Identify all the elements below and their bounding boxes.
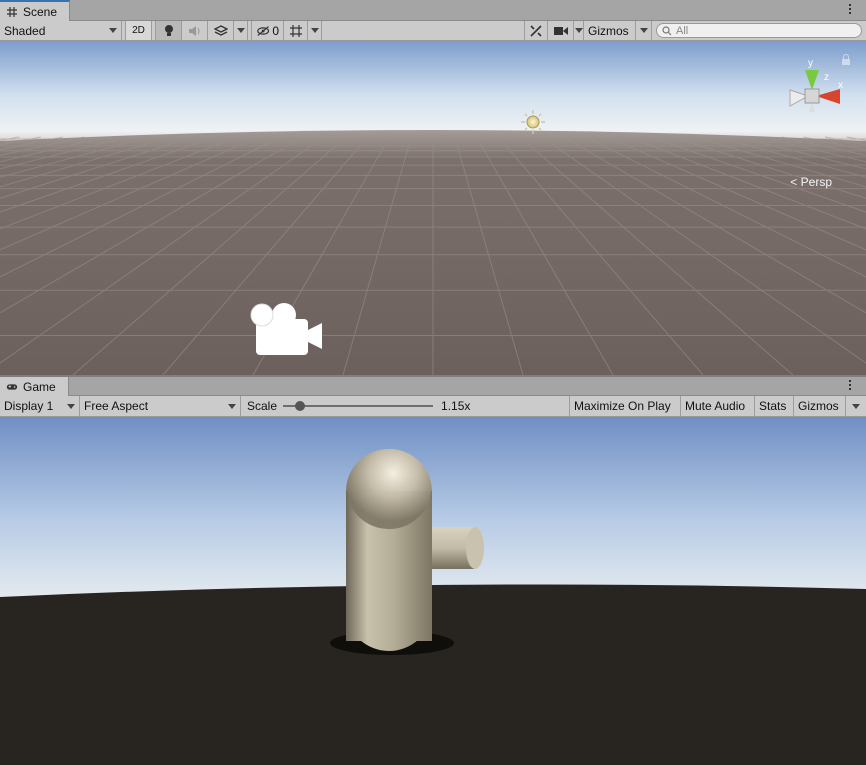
scene-tab-bar: Scene <box>0 0 866 21</box>
game-toolbar: Display 1 Free Aspect Scale 1.15x Maximi… <box>0 396 866 417</box>
game-menu-kebab-icon[interactable] <box>848 379 852 393</box>
display-label: Display 1 <box>4 399 54 413</box>
lightbulb-icon <box>164 24 173 36</box>
camera-settings-button[interactable] <box>548 21 574 40</box>
aspect-label: Free Aspect <box>84 399 149 413</box>
display-dropdown[interactable]: Display 1 <box>0 396 80 416</box>
player-capsule <box>346 449 432 651</box>
scene-search-input[interactable]: All <box>656 23 862 38</box>
scene-gizmos-label: Gizmos <box>588 23 629 38</box>
stats-label: Stats <box>759 399 787 413</box>
scale-control: Scale 1.15x <box>241 396 570 416</box>
tools-icon <box>530 24 542 37</box>
axis-y-label: y <box>808 58 813 69</box>
speaker-icon <box>188 25 199 36</box>
toggle-2d-button[interactable]: 2D <box>126 21 152 40</box>
camera-dropdown[interactable] <box>574 21 584 40</box>
aspect-dropdown[interactable]: Free Aspect <box>80 396 241 416</box>
shading-mode-dropdown[interactable]: Shaded <box>0 21 122 40</box>
audio-toggle-button[interactable] <box>182 21 208 40</box>
scene-gizmos-button[interactable]: Gizmos <box>584 21 636 40</box>
scene-menu-kebab-icon[interactable] <box>848 3 852 17</box>
chevron-down-icon <box>236 28 245 33</box>
toggle-2d-label: 2D <box>132 25 145 36</box>
tools-button[interactable] <box>524 21 548 40</box>
game-gizmos-button[interactable]: Gizmos <box>794 396 846 416</box>
chevron-down-icon <box>67 403 75 409</box>
hidden-objects-toggle[interactable]: 0 <box>252 21 284 40</box>
scale-value: 1.15x <box>441 399 471 413</box>
effects-dropdown[interactable] <box>234 21 248 40</box>
game-sky <box>0 417 866 607</box>
scale-slider[interactable] <box>283 401 434 411</box>
game-viewport[interactable] <box>0 417 866 765</box>
eye-slash-icon <box>257 25 270 36</box>
scene-toolbar: Shaded 2D 0 Gizmos All <box>0 21 866 41</box>
chevron-down-icon <box>574 28 583 33</box>
chevron-down-icon <box>228 403 236 409</box>
video-camera-icon <box>553 26 568 35</box>
tab-scene[interactable]: Scene <box>0 0 71 21</box>
grid-snap-icon <box>289 24 302 37</box>
scene-render[interactable]: y x z <box>0 41 866 375</box>
chevron-down-icon <box>639 28 648 33</box>
scene-sky <box>0 41 866 141</box>
grid-dropdown[interactable] <box>308 21 322 40</box>
game-ground <box>0 584 866 765</box>
mute-audio-label: Mute Audio <box>685 399 746 413</box>
maximize-on-play-label: Maximize On Play <box>574 399 671 413</box>
game-render <box>0 417 866 765</box>
layers-icon <box>213 24 228 36</box>
stats-toggle[interactable]: Stats <box>755 396 794 416</box>
chevron-down-icon <box>109 28 117 33</box>
maximize-on-play-toggle[interactable]: Maximize On Play <box>570 396 681 416</box>
gamepad-icon <box>6 383 18 390</box>
axis-z-label: z <box>824 72 829 83</box>
tab-game[interactable]: Game <box>0 377 69 396</box>
scale-label: Scale <box>247 399 278 413</box>
axis-x-label: x <box>838 80 843 91</box>
grid-toggle-button[interactable] <box>284 21 308 40</box>
grid-icon <box>7 6 17 17</box>
game-tab-bar: Game <box>0 377 866 396</box>
chevron-down-icon <box>310 28 319 33</box>
tab-game-label: Game <box>23 379 56 394</box>
player-nose <box>425 527 484 569</box>
scene-search-placeholder: All <box>676 24 689 37</box>
hidden-count: 0 <box>272 23 279 38</box>
effects-toggle-button[interactable] <box>208 21 234 40</box>
chevron-down-icon <box>852 403 860 409</box>
tab-scene-label: Scene <box>23 4 58 19</box>
scene-viewport[interactable]: y x z < Persp <box>0 41 866 375</box>
mute-audio-toggle[interactable]: Mute Audio <box>681 396 755 416</box>
lighting-toggle-button[interactable] <box>156 21 182 40</box>
projection-toggle[interactable]: < Persp <box>790 175 832 189</box>
scale-slider-handle[interactable] <box>295 401 306 411</box>
scene-gizmos-dropdown[interactable] <box>636 21 652 40</box>
game-gizmos-label: Gizmos <box>798 399 839 413</box>
game-gizmos-dropdown[interactable] <box>846 396 866 416</box>
search-icon <box>662 25 672 35</box>
shading-mode-label: Shaded <box>4 23 46 38</box>
